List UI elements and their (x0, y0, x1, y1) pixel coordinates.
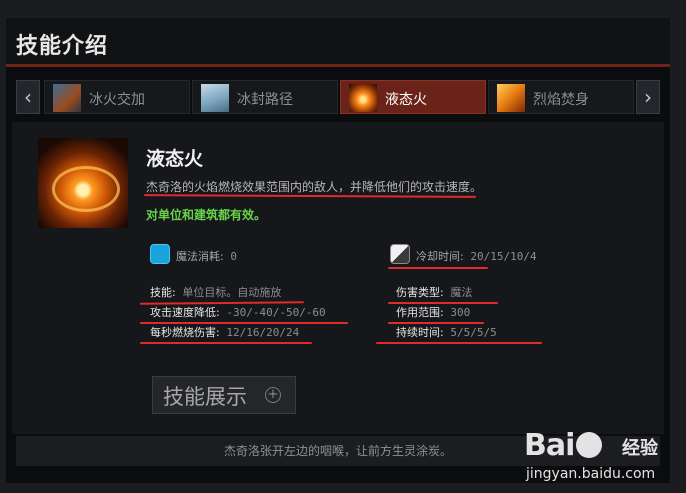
stat-value: 12/16/20/24 (226, 326, 300, 339)
annotation-underline (143, 194, 477, 198)
watermark-url: jingyan.baidu.com (526, 466, 656, 482)
tab-liquid-fire[interactable]: 液态火 (340, 80, 486, 114)
macropyre-icon (497, 84, 525, 112)
stat-label: 伤害类型: (396, 286, 444, 299)
mana-icon (150, 244, 170, 264)
tab-label: 冰火交加 (89, 92, 145, 108)
plus-icon: + (265, 387, 281, 403)
stat-label: 攻击速度降低: (150, 306, 220, 319)
mana-cost-stat: 魔法消耗: 0 (176, 248, 237, 264)
tab-label: 冰封路径 (237, 92, 293, 108)
tab-ice-fire[interactable]: 冰火交加 (44, 80, 190, 114)
stat-value: 0 (230, 250, 237, 263)
ice-fire-icon (53, 84, 81, 112)
cooldown-icon (390, 244, 410, 264)
tab-label: 液态火 (385, 92, 427, 108)
duration-stat: 持续时间: 5/5/5/5 (396, 324, 497, 340)
ability-stat: 技能: 单位目标。自动施放 (150, 284, 281, 300)
skill-tabs: ‹ 冰火交加 冰封路径 液态火 烈焰焚身 › (16, 80, 660, 114)
skill-showcase-button[interactable]: 技能展示 + (152, 376, 296, 414)
radius-stat: 作用范围: 300 (396, 304, 470, 320)
stat-label: 每秒燃烧伤害: (150, 326, 220, 339)
stat-value: 20/15/10/4 (470, 250, 537, 263)
annotation-underline (140, 342, 312, 344)
tab-macropyre[interactable]: 烈焰焚身 (488, 80, 634, 114)
stat-value: 单位目标。自动施放 (182, 286, 282, 299)
burn-damage-stat: 每秒燃烧伤害: 12/16/20/24 (150, 324, 299, 340)
paw-icon (576, 432, 602, 458)
cooldown-stat: 冷却时间: 20/15/10/4 (416, 248, 537, 264)
annotation-underline (388, 267, 488, 269)
baidu-logo: Bai (524, 428, 575, 463)
stat-label: 冷却时间: (416, 250, 464, 263)
attack-slow-stat: 攻击速度降低: -30/-40/-50/-60 (150, 304, 326, 320)
annotation-underline (376, 342, 542, 344)
damage-type-stat: 伤害类型: 魔法 (396, 284, 472, 300)
stat-value: 300 (450, 306, 471, 319)
skill-name: 液态火 (146, 148, 204, 170)
stat-label: 魔法消耗: (176, 250, 224, 263)
tab-label: 烈焰焚身 (533, 92, 589, 108)
liquid-fire-icon (349, 84, 377, 112)
skill-details: 液态火 杰奇洛的火焰燃烧效果范围内的敌人，并降低他们的攻击速度。 对单位和建筑都… (12, 122, 664, 434)
skill-image (38, 138, 128, 228)
stat-value: -30/-40/-50/-60 (226, 306, 326, 319)
stat-label: 作用范围: (396, 306, 444, 319)
panel-header: 技能介绍 (6, 18, 670, 64)
tabs-next-button[interactable]: › (636, 80, 660, 114)
skill-description: 杰奇洛的火焰燃烧效果范围内的敌人，并降低他们的攻击速度。 (146, 180, 483, 194)
skill-note: 对单位和建筑都有效。 (146, 208, 267, 222)
header-divider (6, 64, 670, 67)
watermark-subtitle: 经验 (622, 438, 658, 459)
stat-label: 持续时间: (396, 326, 444, 339)
tabs-prev-button[interactable]: ‹ (16, 80, 40, 114)
stat-label: 技能: (150, 286, 176, 299)
tab-ice-path[interactable]: 冰封路径 (192, 80, 338, 114)
showcase-label: 技能展示 (163, 385, 247, 409)
ice-path-icon (201, 84, 229, 112)
stat-value: 魔法 (450, 286, 473, 299)
stat-value: 5/5/5/5 (450, 326, 497, 339)
baidu-watermark: Bai 经验 jingyan.baidu.com (524, 428, 674, 490)
skill-panel: 技能介绍 ‹ 冰火交加 冰封路径 液态火 烈焰焚身 › 液态火 杰奇洛的火焰燃烧… (6, 18, 670, 483)
page-title: 技能介绍 (16, 34, 109, 59)
